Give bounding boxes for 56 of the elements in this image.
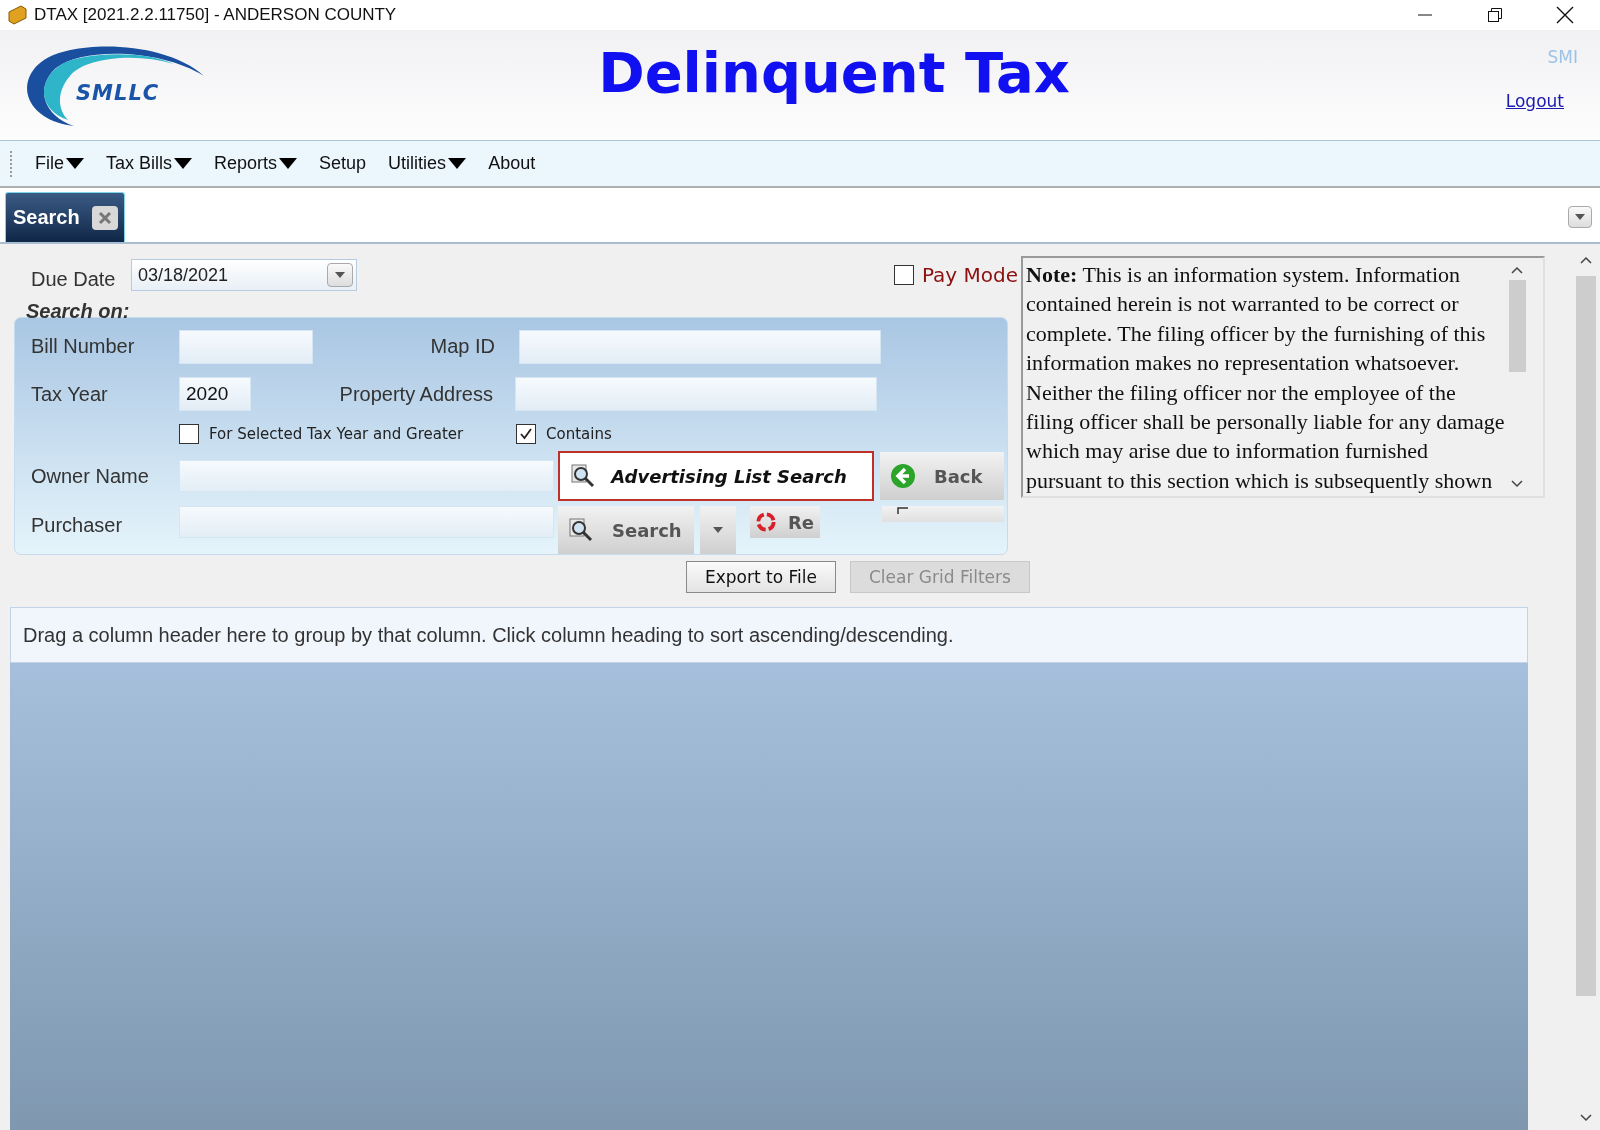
caret-icon — [448, 157, 467, 170]
caret-icon — [66, 157, 84, 170]
input-field[interactable] — [179, 506, 554, 538]
export-button[interactable]: Export to File — [686, 561, 836, 593]
menu-item[interactable]: Reports — [210, 149, 302, 178]
input-field[interactable] — [519, 329, 881, 364]
tab-list-button[interactable] — [1568, 206, 1592, 228]
checkbox-label: Pay Mode — [921, 263, 1018, 287]
menu-item[interactable]: File — [31, 149, 88, 178]
dropdown-arrow-icon — [712, 526, 724, 534]
app-title: Delinquent Tax — [597, 39, 1071, 105]
checkbox[interactable] — [179, 423, 199, 444]
advertising-search-button[interactable]: Advertising List Search — [558, 451, 874, 502]
checkbox[interactable] — [516, 423, 536, 444]
close-icon — [1556, 6, 1574, 24]
print-button[interactable] — [882, 506, 1004, 522]
menu-item[interactable]: About — [484, 149, 540, 178]
magnifier-icon — [568, 517, 594, 543]
close-icon[interactable] — [92, 205, 118, 230]
checkbox-label: For Selected Tax Year and Greater — [209, 424, 464, 443]
menu-item[interactable]: Setup — [315, 149, 371, 178]
minimize-icon — [1417, 14, 1433, 16]
checkbox-label: Contains — [546, 424, 612, 443]
dropdown-button[interactable] — [700, 506, 736, 554]
window-title: DTAX [2021.2.2.11750] - ANDERSON COUNTY — [34, 5, 398, 25]
magnifier-icon — [570, 463, 596, 490]
reset-button[interactable]: Re — [750, 506, 820, 538]
user-initials: SMI — [1547, 47, 1578, 67]
menu-item[interactable]: Utilities — [384, 149, 471, 178]
app-icon — [6, 4, 28, 26]
field-label: Property Address — [338, 382, 493, 406]
field-label: Owner Name — [31, 464, 150, 488]
field-label: Bill Number — [31, 335, 136, 359]
field-label: Map ID — [429, 335, 495, 359]
back-button[interactable]: Back — [880, 452, 1004, 501]
section-title: Search on: — [26, 302, 131, 320]
date-field[interactable]: 03/18/2021 — [131, 259, 357, 291]
restore-icon — [1487, 7, 1503, 23]
menu-item[interactable]: Tax Bills — [102, 149, 197, 178]
search-button[interactable]: Search — [558, 506, 694, 554]
group-by-hint: Drag a column header here to group by that column. Click column heading to sort ascending/descending. — [10, 607, 1528, 663]
note-text: Note: This is an information system. Information contained herein is not warranted to be correct or complete. The filing officer by the furnishing of this information makes no representation whatsoever. Neither the filing officer nor the employee of the filing officer shall be personally liable for any damage which may arise due to information furnished pursuant to this section which is subsequently shown — [1025, 261, 1506, 495]
field-label: Tax Year — [31, 382, 109, 406]
logout-link[interactable]: Logout — [1505, 91, 1564, 111]
caret-icon — [1574, 213, 1586, 221]
logo-text: SMLLC — [76, 81, 160, 105]
field-label: Purchaser — [31, 514, 124, 537]
input-field[interactable] — [179, 460, 554, 493]
caret-icon — [174, 157, 193, 170]
caret-icon — [279, 157, 298, 170]
input-field[interactable] — [179, 329, 313, 364]
input-field[interactable] — [515, 377, 877, 412]
input-field[interactable]: 2020 — [179, 377, 251, 412]
checkbox[interactable] — [893, 265, 914, 285]
dropdown-arrow-icon — [334, 271, 346, 279]
tab[interactable]: Search — [5, 192, 125, 242]
